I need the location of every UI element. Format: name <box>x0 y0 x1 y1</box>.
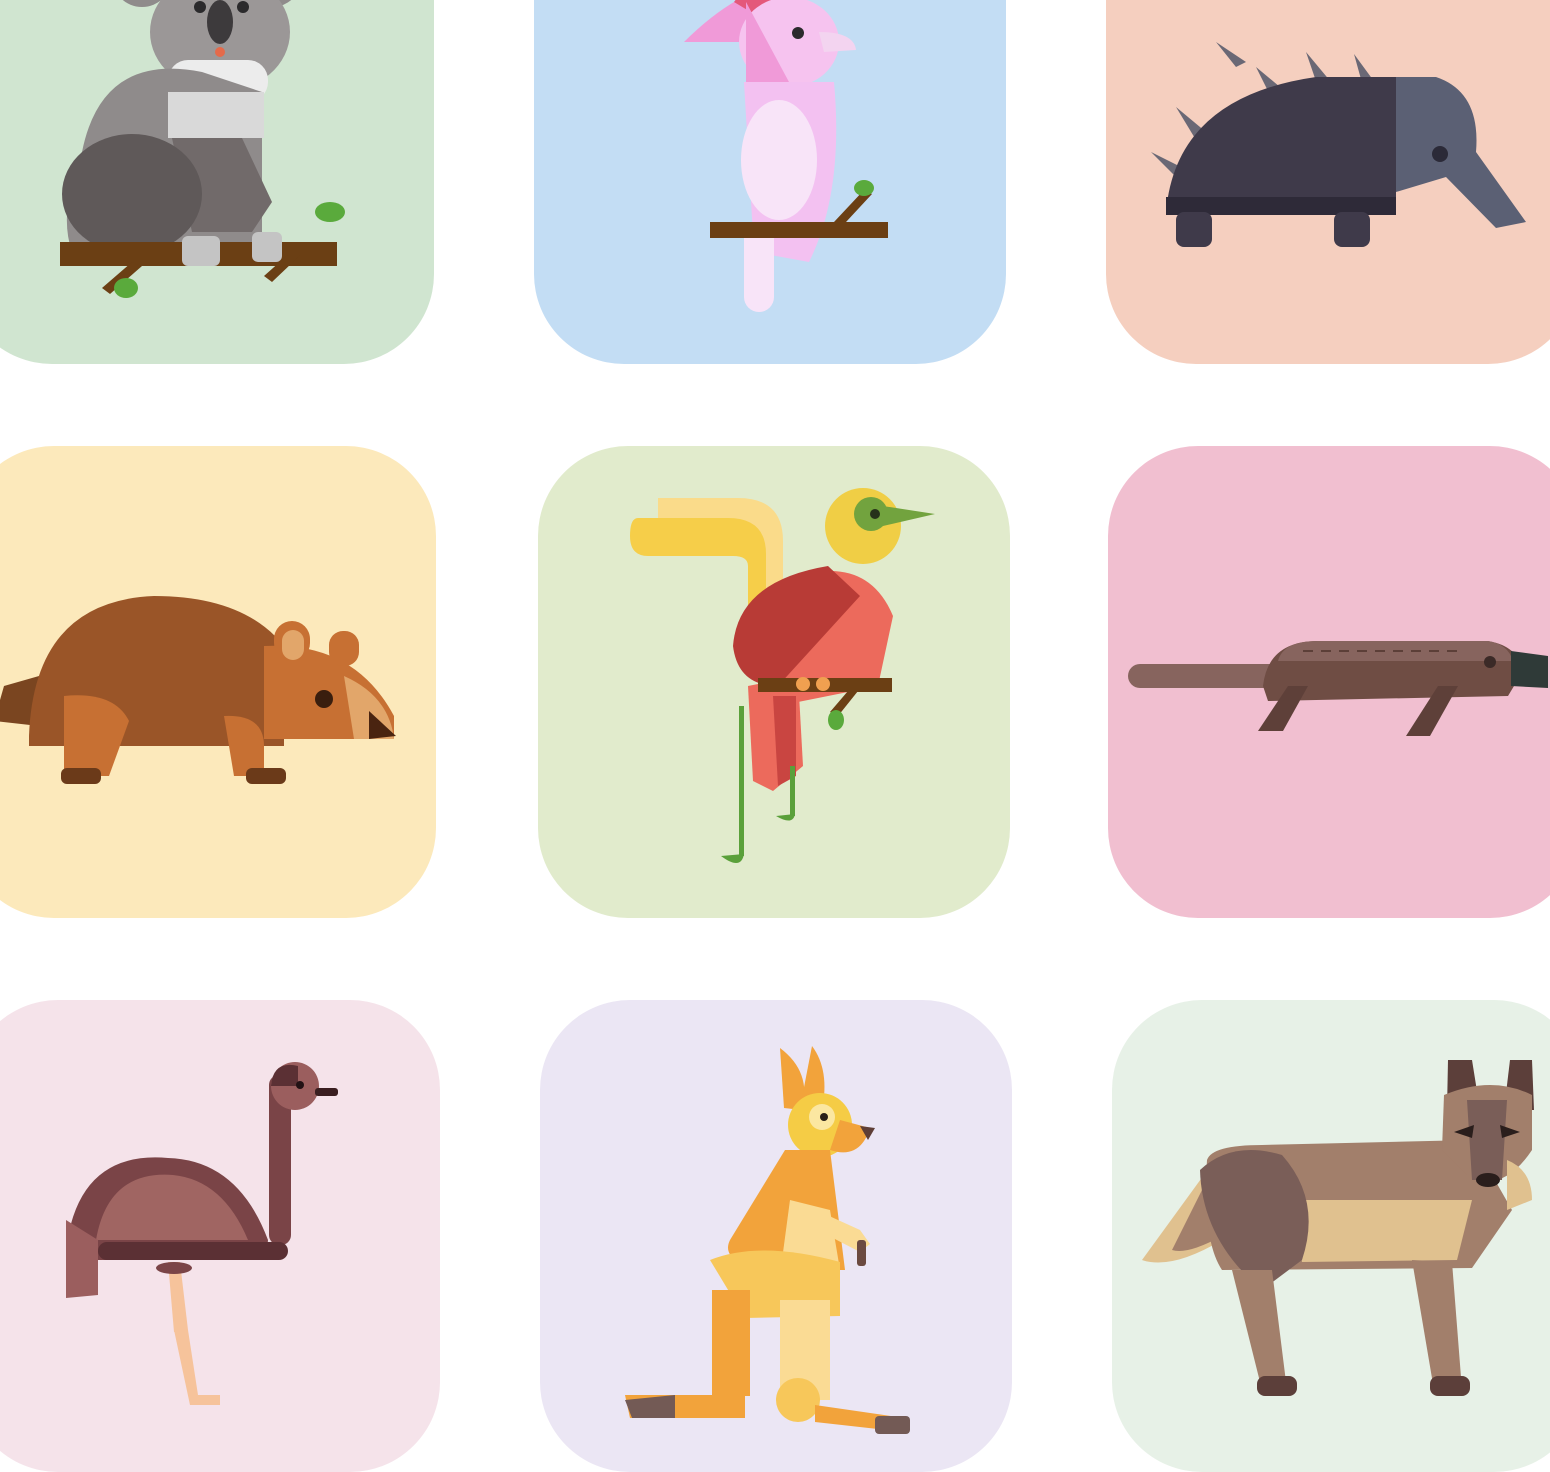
tile-wombat <box>0 446 436 918</box>
tile-kangaroo <box>540 1000 1012 1472</box>
platypus-icon <box>1128 641 1548 736</box>
dingo-icon <box>1142 1060 1534 1396</box>
emu-icon <box>66 1062 338 1405</box>
cockatoo-icon <box>684 0 888 312</box>
tile-emu <box>0 1000 440 1472</box>
tile-dingo <box>1112 1000 1550 1472</box>
kangaroo-icon <box>625 1046 910 1434</box>
tile-koala <box>0 0 434 364</box>
tile-bird-of-paradise <box>538 446 1010 918</box>
tile-cockatoo <box>534 0 1006 364</box>
wombat-icon <box>0 596 396 784</box>
echidna-icon <box>1151 42 1526 247</box>
koala-icon <box>60 0 345 298</box>
tile-echidna <box>1106 0 1550 364</box>
tile-platypus <box>1108 446 1550 918</box>
bird-of-paradise-icon <box>630 488 935 864</box>
